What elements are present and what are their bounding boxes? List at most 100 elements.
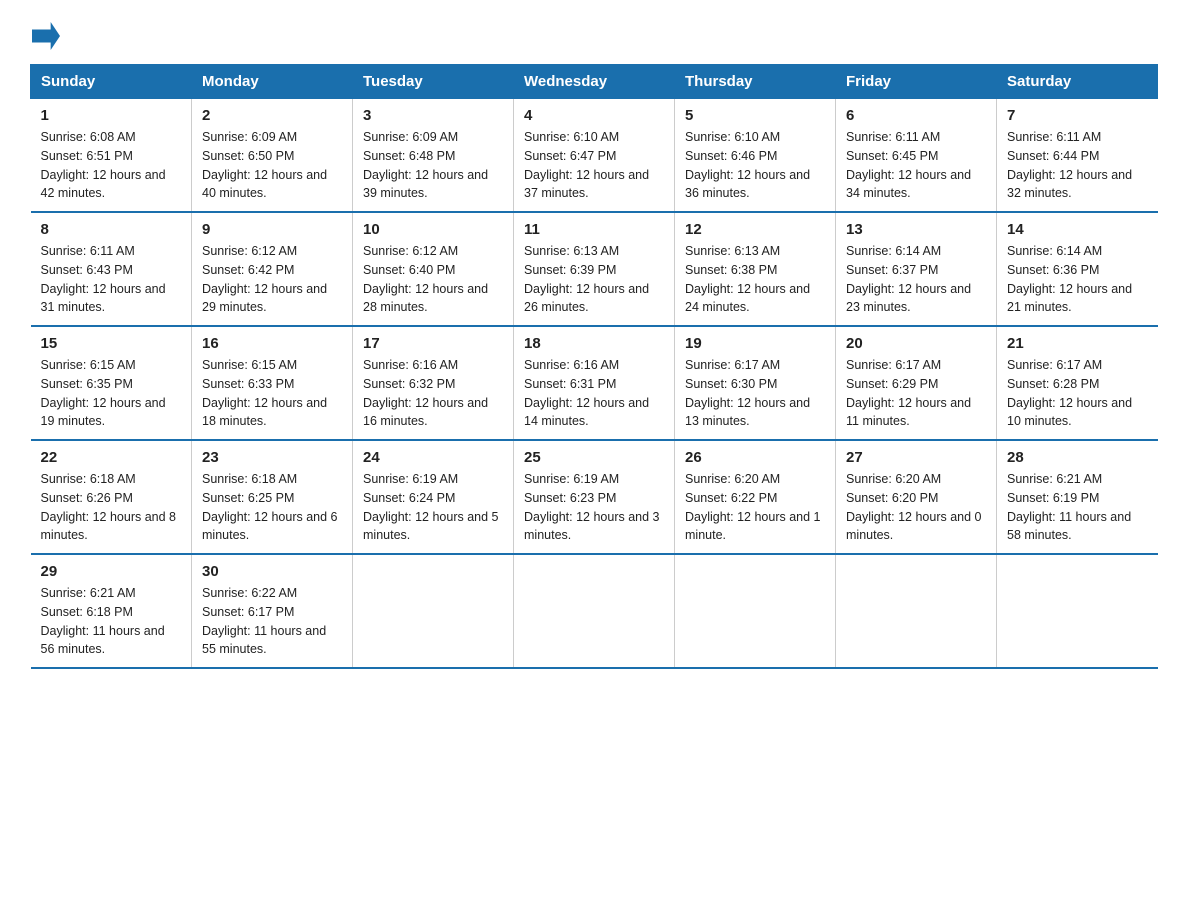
calendar-cell: 23Sunrise: 6:18 AMSunset: 6:25 PMDayligh… [192, 440, 353, 554]
day-number: 14 [1007, 221, 1148, 238]
calendar-cell: 30 Sunrise: 6:22 AMSunset: 6:17 PMDayligh… [192, 554, 353, 668]
col-header-sunday: Sunday [31, 65, 192, 99]
calendar-cell: 14 Sunrise: 6:14 AMSunset: 6:36 PMDayligh… [997, 212, 1158, 326]
col-header-thursday: Thursday [675, 65, 836, 99]
calendar-cell: 26Sunrise: 6:20 AMSunset: 6:22 PMDayligh… [675, 440, 836, 554]
day-number: 18 [524, 335, 664, 352]
calendar-cell: 24 Sunrise: 6:19 AMSunset: 6:24 PMDayligh… [353, 440, 514, 554]
day-number: 25 [524, 449, 664, 466]
day-number: 8 [41, 221, 182, 238]
calendar-cell: 11 Sunrise: 6:13 AMSunset: 6:39 PMDayligh… [514, 212, 675, 326]
day-number: 3 [363, 107, 503, 124]
calendar-cell: 5 Sunrise: 6:10 AMSunset: 6:46 PMDaylight… [675, 99, 836, 213]
day-info: Sunrise: 6:15 AMSunset: 6:33 PMDaylight:… [202, 356, 342, 431]
day-number: 17 [363, 335, 503, 352]
day-number: 20 [846, 335, 986, 352]
calendar-cell [675, 554, 836, 668]
calendar-cell: 28 Sunrise: 6:21 AMSunset: 6:19 PMDayligh… [997, 440, 1158, 554]
calendar-cell: 16 Sunrise: 6:15 AMSunset: 6:33 PMDayligh… [192, 326, 353, 440]
calendar-header-row: SundayMondayTuesdayWednesdayThursdayFrid… [31, 65, 1158, 99]
calendar-cell: 10Sunrise: 6:12 AMSunset: 6:40 PMDayligh… [353, 212, 514, 326]
day-info: Sunrise: 6:17 AMSunset: 6:28 PMDaylight:… [1007, 356, 1148, 431]
day-info: Sunrise: 6:13 AMSunset: 6:39 PMDaylight:… [524, 242, 664, 317]
day-info: Sunrise: 6:14 AMSunset: 6:37 PMDaylight:… [846, 242, 986, 317]
day-number: 10 [363, 221, 503, 238]
day-number: 12 [685, 221, 825, 238]
day-number: 2 [202, 107, 342, 124]
calendar-cell: 27 Sunrise: 6:20 AMSunset: 6:20 PMDayligh… [836, 440, 997, 554]
col-header-saturday: Saturday [997, 65, 1158, 99]
day-info: Sunrise: 6:10 AMSunset: 6:47 PMDaylight:… [524, 128, 664, 203]
day-number: 30 [202, 563, 342, 580]
day-info: Sunrise: 6:10 AMSunset: 6:46 PMDaylight:… [685, 128, 825, 203]
calendar-cell: 22 Sunrise: 6:18 AMSunset: 6:26 PMDayligh… [31, 440, 192, 554]
calendar-week-row: 22 Sunrise: 6:18 AMSunset: 6:26 PMDayligh… [31, 440, 1158, 554]
calendar-cell: 29 Sunrise: 6:21 AMSunset: 6:18 PMDayligh… [31, 554, 192, 668]
day-info: Sunrise: 6:14 AMSunset: 6:36 PMDaylight:… [1007, 242, 1148, 317]
day-info: Sunrise: 6:17 AMSunset: 6:30 PMDaylight:… [685, 356, 825, 431]
day-number: 27 [846, 449, 986, 466]
calendar-cell: 8 Sunrise: 6:11 AMSunset: 6:43 PMDaylight… [31, 212, 192, 326]
day-number: 19 [685, 335, 825, 352]
day-number: 22 [41, 449, 182, 466]
day-number: 4 [524, 107, 664, 124]
day-info: Sunrise: 6:19 AMSunset: 6:24 PMDaylight:… [363, 470, 503, 545]
calendar-cell: 25Sunrise: 6:19 AMSunset: 6:23 PMDayligh… [514, 440, 675, 554]
calendar-cell: 2Sunrise: 6:09 AMSunset: 6:50 PMDaylight… [192, 99, 353, 213]
col-header-tuesday: Tuesday [353, 65, 514, 99]
col-header-wednesday: Wednesday [514, 65, 675, 99]
calendar-cell [514, 554, 675, 668]
col-header-monday: Monday [192, 65, 353, 99]
calendar-cell [836, 554, 997, 668]
day-number: 24 [363, 449, 503, 466]
page-header [30, 20, 1158, 46]
calendar-week-row: 8 Sunrise: 6:11 AMSunset: 6:43 PMDaylight… [31, 212, 1158, 326]
day-info: Sunrise: 6:12 AMSunset: 6:42 PMDaylight:… [202, 242, 342, 317]
calendar-cell: 21Sunrise: 6:17 AMSunset: 6:28 PMDayligh… [997, 326, 1158, 440]
day-number: 1 [41, 107, 182, 124]
calendar-week-row: 29 Sunrise: 6:21 AMSunset: 6:18 PMDayligh… [31, 554, 1158, 668]
calendar-cell: 9Sunrise: 6:12 AMSunset: 6:42 PMDaylight… [192, 212, 353, 326]
day-info: Sunrise: 6:16 AMSunset: 6:31 PMDaylight:… [524, 356, 664, 431]
day-number: 15 [41, 335, 182, 352]
calendar-cell: 18 Sunrise: 6:16 AMSunset: 6:31 PMDayligh… [514, 326, 675, 440]
day-info: Sunrise: 6:21 AMSunset: 6:19 PMDaylight:… [1007, 470, 1148, 545]
day-info: Sunrise: 6:11 AMSunset: 6:44 PMDaylight:… [1007, 128, 1148, 203]
day-number: 16 [202, 335, 342, 352]
calendar-cell: 6Sunrise: 6:11 AMSunset: 6:45 PMDaylight… [836, 99, 997, 213]
calendar-cell: 19 Sunrise: 6:17 AMSunset: 6:30 PMDayligh… [675, 326, 836, 440]
calendar-cell [997, 554, 1158, 668]
calendar-cell [353, 554, 514, 668]
calendar-week-row: 15Sunrise: 6:15 AMSunset: 6:35 PMDayligh… [31, 326, 1158, 440]
day-info: Sunrise: 6:20 AMSunset: 6:20 PMDaylight:… [846, 470, 986, 545]
day-info: Sunrise: 6:08 AMSunset: 6:51 PMDaylight:… [41, 128, 182, 203]
day-number: 23 [202, 449, 342, 466]
calendar-cell: 7 Sunrise: 6:11 AMSunset: 6:44 PMDaylight… [997, 99, 1158, 213]
day-info: Sunrise: 6:17 AMSunset: 6:29 PMDaylight:… [846, 356, 986, 431]
logo-icon [32, 22, 60, 50]
calendar-cell: 4 Sunrise: 6:10 AMSunset: 6:47 PMDaylight… [514, 99, 675, 213]
calendar-table: SundayMondayTuesdayWednesdayThursdayFrid… [30, 64, 1158, 669]
day-info: Sunrise: 6:20 AMSunset: 6:22 PMDaylight:… [685, 470, 825, 545]
calendar-cell: 20 Sunrise: 6:17 AMSunset: 6:29 PMDayligh… [836, 326, 997, 440]
calendar-cell: 13 Sunrise: 6:14 AMSunset: 6:37 PMDayligh… [836, 212, 997, 326]
day-info: Sunrise: 6:21 AMSunset: 6:18 PMDaylight:… [41, 584, 182, 659]
calendar-cell: 15Sunrise: 6:15 AMSunset: 6:35 PMDayligh… [31, 326, 192, 440]
day-number: 5 [685, 107, 825, 124]
day-info: Sunrise: 6:16 AMSunset: 6:32 PMDaylight:… [363, 356, 503, 431]
day-info: Sunrise: 6:22 AMSunset: 6:17 PMDaylight:… [202, 584, 342, 659]
day-number: 28 [1007, 449, 1148, 466]
day-info: Sunrise: 6:09 AMSunset: 6:48 PMDaylight:… [363, 128, 503, 203]
day-number: 29 [41, 563, 182, 580]
day-info: Sunrise: 6:13 AMSunset: 6:38 PMDaylight:… [685, 242, 825, 317]
logo [30, 20, 60, 46]
day-info: Sunrise: 6:11 AMSunset: 6:43 PMDaylight:… [41, 242, 182, 317]
day-info: Sunrise: 6:18 AMSunset: 6:26 PMDaylight:… [41, 470, 182, 545]
day-number: 7 [1007, 107, 1148, 124]
col-header-friday: Friday [836, 65, 997, 99]
day-number: 13 [846, 221, 986, 238]
day-number: 11 [524, 221, 664, 238]
calendar-cell: 17 Sunrise: 6:16 AMSunset: 6:32 PMDayligh… [353, 326, 514, 440]
day-number: 6 [846, 107, 986, 124]
calendar-cell: 3 Sunrise: 6:09 AMSunset: 6:48 PMDaylight… [353, 99, 514, 213]
